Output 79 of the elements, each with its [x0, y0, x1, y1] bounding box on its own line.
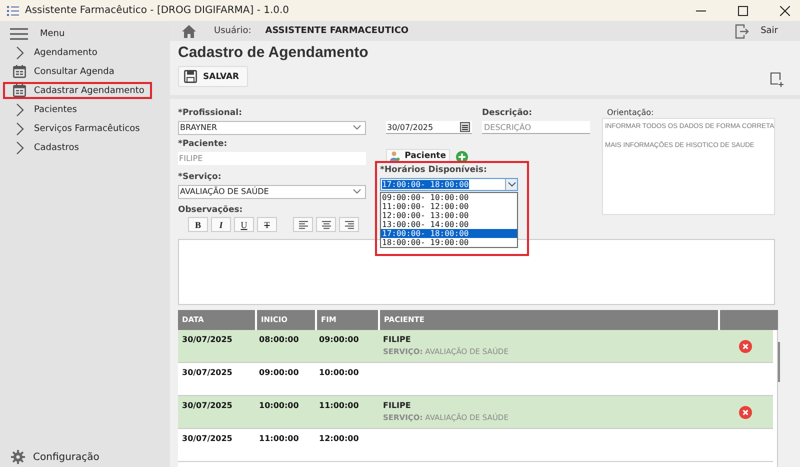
format-button[interactable]: B [188, 217, 208, 232]
patient-field[interactable]: FILIPE [178, 152, 366, 165]
time-dropdown[interactable]: 17:00:00- 18:00:00 [380, 178, 518, 191]
user-name: ASSISTENTE FARMACEUTICO [265, 26, 409, 36]
align-right-icon [344, 220, 354, 228]
floppy-icon [184, 70, 197, 83]
service-dropdown[interactable]: AVALIAÇÃO DE SAÚDE [178, 184, 366, 198]
dropdown-option[interactable]: 11:00:00- 12:00:00 [381, 202, 517, 211]
chevron-down-icon [353, 189, 361, 194]
guidance-label: Orientação: [607, 108, 654, 117]
nav-item[interactable]: Pacientes [3, 101, 85, 118]
chevron-down-icon [508, 182, 516, 187]
chevron-icon [16, 140, 24, 154]
nav-item[interactable]: Serviços Farmacêuticos [3, 120, 148, 137]
chevron-icon [16, 46, 24, 60]
table-cell-text: 30/07/2025 [181, 433, 234, 445]
table-cell-text: 12:00:00 [318, 433, 360, 445]
nav-item[interactable]: Agendamento [3, 44, 106, 61]
notes-field[interactable] [178, 239, 775, 305]
field-label: *Horários Disponíveis: [380, 165, 487, 175]
table-cell-text: 08:00:00 [258, 334, 300, 346]
user-label: Usuário: [214, 26, 252, 36]
exit-label[interactable]: Sair [760, 26, 778, 36]
dropdown-option[interactable]: 09:00:00- 10:00:00 [381, 193, 517, 202]
dropdown-option[interactable]: 13:00:00- 14:00:00 [381, 220, 517, 229]
table-cell-text: 09:00:00 [258, 367, 300, 379]
home-icon[interactable] [182, 24, 196, 38]
list-icon [7, 4, 19, 16]
align-button[interactable] [293, 217, 313, 232]
professional-dropdown[interactable]: BRAYNER [178, 120, 366, 134]
date-field[interactable]: 30/07/2025 [386, 121, 472, 134]
new-document-icon[interactable] [770, 72, 784, 87]
person-icon [390, 150, 400, 162]
table-cell-text: 10:00:00 [318, 367, 360, 379]
nav-item[interactable]: Consultar Agenda [3, 63, 122, 80]
table-cell-text: 30/07/2025 [181, 400, 234, 412]
add-icon[interactable] [456, 151, 468, 163]
delete-icon[interactable] [739, 340, 752, 352]
page-title: Cadastro de Agendamento [178, 44, 370, 61]
menu-label: Menu [40, 28, 65, 38]
save-button[interactable]: SALVAR [178, 66, 248, 87]
nav-item[interactable]: Cadastros [3, 139, 87, 156]
table-cell-text: 11:00:00 [318, 400, 360, 412]
field-label: *Paciente: [178, 139, 228, 149]
maximize-icon[interactable] [738, 6, 748, 16]
format-button[interactable]: U [234, 217, 254, 232]
description-field[interactable]: DESCRIÇÃO [482, 121, 590, 134]
settings-label[interactable]: Configuração [33, 452, 100, 462]
menu-icon[interactable] [10, 28, 28, 40]
delete-icon[interactable] [739, 406, 752, 418]
table-cell-text: 10:00:00 [258, 400, 300, 412]
table-cell-text: 30/07/2025 [181, 334, 234, 346]
scrollbar-thumb[interactable] [778, 342, 780, 382]
exit-icon[interactable] [734, 24, 749, 38]
align-left-icon [298, 220, 308, 228]
patient-name: FILIPE [383, 335, 411, 344]
window-title: Assistente Farmacêutico - [DROG DIGIFARMA] - 1.0.0 [25, 5, 290, 16]
nav-item[interactable]: Cadastrar Agendamento [3, 82, 152, 99]
settings-icon[interactable] [11, 450, 25, 464]
table-cell-text: 11:00:00 [258, 433, 300, 445]
chevron-down-icon [353, 125, 361, 130]
field-label: *Serviço: [178, 172, 222, 182]
dropdown-option[interactable]: 12:00:00- 13:00:00 [381, 211, 517, 220]
close-icon[interactable] [780, 6, 790, 16]
field-label: Descrição: [482, 108, 534, 118]
dropdown-option[interactable]: 18:00:00- 19:00:00 [381, 238, 517, 247]
patient-name: FILIPE [383, 401, 411, 410]
chevron-icon [16, 102, 24, 116]
format-button[interactable]: I [211, 217, 231, 232]
align-button[interactable] [316, 217, 336, 232]
table-cell-text: 09:00:00 [318, 334, 360, 346]
format-button[interactable]: T [257, 217, 277, 232]
align-center-icon [322, 220, 330, 228]
dropdown-option[interactable]: 17:00:00- 18:00:00 [381, 229, 517, 238]
field-label: Observações: [178, 205, 244, 215]
align-button[interactable] [339, 217, 359, 232]
chevron-icon [16, 122, 24, 136]
field-label: *Profissional: [178, 108, 243, 118]
table-cell-text: 30/07/2025 [181, 367, 234, 379]
